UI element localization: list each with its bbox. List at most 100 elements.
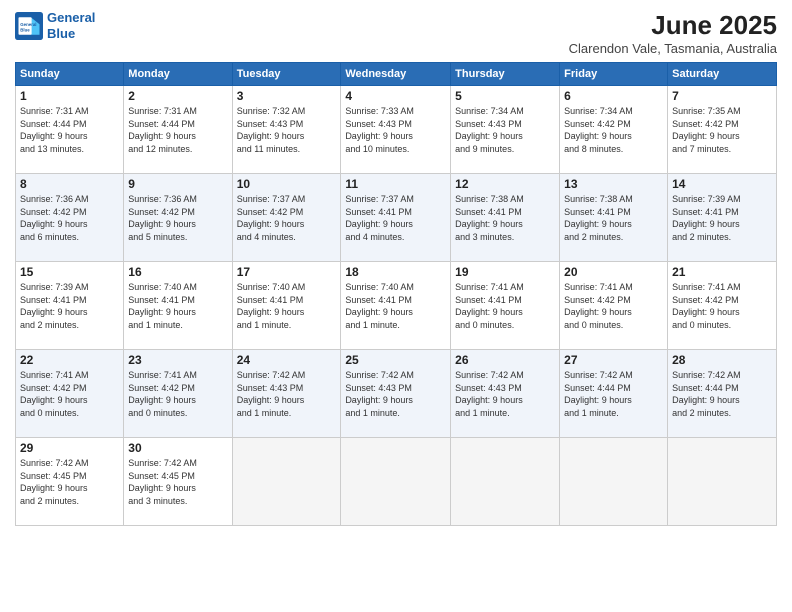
day-info: Sunrise: 7:42 AM Sunset: 4:43 PM Dayligh… xyxy=(237,369,337,419)
day-info: Sunrise: 7:34 AM Sunset: 4:42 PM Dayligh… xyxy=(564,105,663,155)
main-title: June 2025 xyxy=(569,10,777,41)
day-info: Sunrise: 7:41 AM Sunset: 4:42 PM Dayligh… xyxy=(564,281,663,331)
column-header-thursday: Thursday xyxy=(451,63,560,86)
week-row-4: 22 Sunrise: 7:41 AM Sunset: 4:42 PM Dayli… xyxy=(16,350,777,438)
logo: General Blue General Blue xyxy=(15,10,95,41)
day-cell: 4Sunrise: 7:33 AM Sunset: 4:43 PM Daylig… xyxy=(341,86,451,174)
day-number: 26 xyxy=(455,353,555,367)
week-row-2: 8 Sunrise: 7:36 AM Sunset: 4:42 PM Daylig… xyxy=(16,174,777,262)
day-cell: 25Sunrise: 7:42 AM Sunset: 4:43 PM Dayli… xyxy=(341,350,451,438)
day-number: 15 xyxy=(20,265,119,279)
day-cell: 12Sunrise: 7:38 AM Sunset: 4:41 PM Dayli… xyxy=(451,174,560,262)
day-info: Sunrise: 7:31 AM Sunset: 4:44 PM Dayligh… xyxy=(20,105,119,155)
day-cell: 21 Sunrise: 7:41 AM Sunset: 4:42 PM Dayli… xyxy=(668,262,777,350)
calendar-table: SundayMondayTuesdayWednesdayThursdayFrid… xyxy=(15,62,777,526)
column-header-friday: Friday xyxy=(560,63,668,86)
day-cell: 6 Sunrise: 7:34 AM Sunset: 4:42 PM Daylig… xyxy=(560,86,668,174)
day-number: 7 xyxy=(672,89,772,103)
day-number: 29 xyxy=(20,441,119,455)
day-cell: 27 Sunrise: 7:42 AM Sunset: 4:44 PM Dayli… xyxy=(560,350,668,438)
subtitle: Clarendon Vale, Tasmania, Australia xyxy=(569,41,777,56)
day-number: 9 xyxy=(128,177,227,191)
day-number: 17 xyxy=(237,265,337,279)
day-cell: 2 Sunrise: 7:31 AM Sunset: 4:44 PM Daylig… xyxy=(124,86,232,174)
day-info: Sunrise: 7:34 AM Sunset: 4:43 PM Dayligh… xyxy=(455,105,555,155)
week-row-3: 15 Sunrise: 7:39 AM Sunset: 4:41 PM Dayli… xyxy=(16,262,777,350)
day-cell: 7 Sunrise: 7:35 AM Sunset: 4:42 PM Daylig… xyxy=(668,86,777,174)
svg-text:Blue: Blue xyxy=(20,27,30,32)
day-cell: 28 Sunrise: 7:42 AM Sunset: 4:44 PM Dayli… xyxy=(668,350,777,438)
day-info: Sunrise: 7:37 AM Sunset: 4:41 PM Dayligh… xyxy=(345,193,446,243)
day-cell: 17 Sunrise: 7:40 AM Sunset: 4:41 PM Dayli… xyxy=(232,262,341,350)
week-row-1: 1Sunrise: 7:31 AM Sunset: 4:44 PM Daylig… xyxy=(16,86,777,174)
day-cell xyxy=(668,438,777,526)
svg-text:General: General xyxy=(20,22,36,27)
day-cell: 29Sunrise: 7:42 AM Sunset: 4:45 PM Dayli… xyxy=(16,438,124,526)
day-cell: 9 Sunrise: 7:36 AM Sunset: 4:42 PM Daylig… xyxy=(124,174,232,262)
day-number: 6 xyxy=(564,89,663,103)
day-cell: 8Sunrise: 7:36 AM Sunset: 4:42 PM Daylig… xyxy=(16,174,124,262)
day-number: 28 xyxy=(672,353,772,367)
day-info: Sunrise: 7:41 AM Sunset: 4:42 PM Dayligh… xyxy=(128,369,227,419)
day-number: 25 xyxy=(345,353,446,367)
day-info: Sunrise: 7:42 AM Sunset: 4:44 PM Dayligh… xyxy=(672,369,772,419)
day-cell: 23 Sunrise: 7:41 AM Sunset: 4:42 PM Dayli… xyxy=(124,350,232,438)
day-cell xyxy=(232,438,341,526)
day-cell: 19 Sunrise: 7:41 AM Sunset: 4:41 PM Dayli… xyxy=(451,262,560,350)
day-info: Sunrise: 7:35 AM Sunset: 4:42 PM Dayligh… xyxy=(672,105,772,155)
day-cell: 11 Sunrise: 7:37 AM Sunset: 4:41 PM Dayli… xyxy=(341,174,451,262)
day-cell: 10Sunrise: 7:37 AM Sunset: 4:42 PM Dayli… xyxy=(232,174,341,262)
column-header-tuesday: Tuesday xyxy=(232,63,341,86)
day-info: Sunrise: 7:41 AM Sunset: 4:42 PM Dayligh… xyxy=(672,281,772,331)
day-cell: 22 Sunrise: 7:41 AM Sunset: 4:42 PM Dayli… xyxy=(16,350,124,438)
day-info: Sunrise: 7:40 AM Sunset: 4:41 PM Dayligh… xyxy=(128,281,227,331)
day-info: Sunrise: 7:31 AM Sunset: 4:44 PM Dayligh… xyxy=(128,105,227,155)
day-number: 5 xyxy=(455,89,555,103)
day-cell: 14 Sunrise: 7:39 AM Sunset: 4:41 PM Dayli… xyxy=(668,174,777,262)
column-header-wednesday: Wednesday xyxy=(341,63,451,86)
day-cell: 13Sunrise: 7:38 AM Sunset: 4:41 PM Dayli… xyxy=(560,174,668,262)
day-cell: 26 Sunrise: 7:42 AM Sunset: 4:43 PM Dayli… xyxy=(451,350,560,438)
day-info: Sunrise: 7:42 AM Sunset: 4:45 PM Dayligh… xyxy=(128,457,227,507)
calendar-header-row: SundayMondayTuesdayWednesdayThursdayFrid… xyxy=(16,63,777,86)
day-number: 8 xyxy=(20,177,119,191)
day-number: 12 xyxy=(455,177,555,191)
day-number: 18 xyxy=(345,265,446,279)
logo-text: General Blue xyxy=(47,10,95,41)
column-header-monday: Monday xyxy=(124,63,232,86)
day-info: Sunrise: 7:42 AM Sunset: 4:44 PM Dayligh… xyxy=(564,369,663,419)
day-number: 23 xyxy=(128,353,227,367)
page: General Blue General Blue June 2025 Clar… xyxy=(0,0,792,612)
day-number: 10 xyxy=(237,177,337,191)
day-number: 24 xyxy=(237,353,337,367)
day-number: 20 xyxy=(564,265,663,279)
day-info: Sunrise: 7:36 AM Sunset: 4:42 PM Dayligh… xyxy=(128,193,227,243)
day-cell: 16 Sunrise: 7:40 AM Sunset: 4:41 PM Dayli… xyxy=(124,262,232,350)
day-number: 27 xyxy=(564,353,663,367)
day-number: 30 xyxy=(128,441,227,455)
day-cell: 30 Sunrise: 7:42 AM Sunset: 4:45 PM Dayli… xyxy=(124,438,232,526)
day-cell xyxy=(451,438,560,526)
week-row-5: 29 Sunrise: 7:42 AM Sunset: 4:45 PM Dayli… xyxy=(16,438,777,526)
day-number: 11 xyxy=(345,177,446,191)
day-info: Sunrise: 7:40 AM Sunset: 4:41 PM Dayligh… xyxy=(237,281,337,331)
day-info: Sunrise: 7:33 AM Sunset: 4:43 PM Dayligh… xyxy=(345,105,446,155)
day-cell xyxy=(341,438,451,526)
day-cell: 20 Sunrise: 7:41 AM Sunset: 4:42 PM Dayli… xyxy=(560,262,668,350)
day-info: Sunrise: 7:41 AM Sunset: 4:41 PM Dayligh… xyxy=(455,281,555,331)
day-number: 19 xyxy=(455,265,555,279)
day-number: 22 xyxy=(20,353,119,367)
day-number: 2 xyxy=(128,89,227,103)
day-number: 16 xyxy=(128,265,227,279)
day-cell: 5 Sunrise: 7:34 AM Sunset: 4:43 PM Daylig… xyxy=(451,86,560,174)
day-cell: 3Sunrise: 7:32 AM Sunset: 4:43 PM Daylig… xyxy=(232,86,341,174)
day-number: 21 xyxy=(672,265,772,279)
day-info: Sunrise: 7:41 AM Sunset: 4:42 PM Dayligh… xyxy=(20,369,119,419)
day-cell: 15 Sunrise: 7:39 AM Sunset: 4:41 PM Dayli… xyxy=(16,262,124,350)
day-info: Sunrise: 7:39 AM Sunset: 4:41 PM Dayligh… xyxy=(20,281,119,331)
day-number: 14 xyxy=(672,177,772,191)
day-info: Sunrise: 7:39 AM Sunset: 4:41 PM Dayligh… xyxy=(672,193,772,243)
day-info: Sunrise: 7:42 AM Sunset: 4:43 PM Dayligh… xyxy=(455,369,555,419)
column-header-sunday: Sunday xyxy=(16,63,124,86)
day-info: Sunrise: 7:40 AM Sunset: 4:41 PM Dayligh… xyxy=(345,281,446,331)
